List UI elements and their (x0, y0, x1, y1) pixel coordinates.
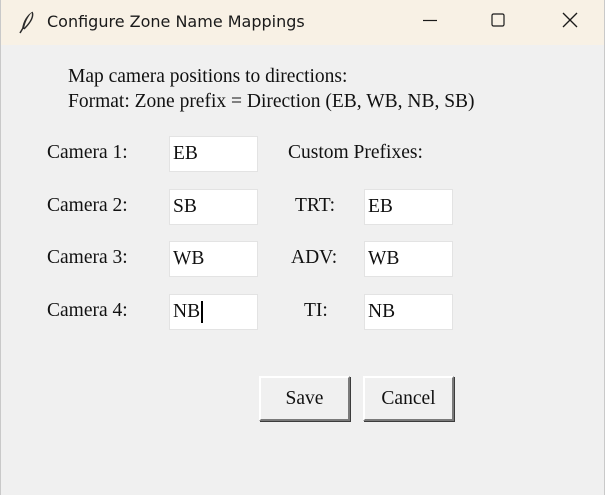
camera-2-field[interactable]: SB (169, 189, 258, 225)
trt-label: TRT: (295, 195, 336, 216)
instruction-line-1: Map camera positions to directions: (68, 66, 348, 87)
trt-value: EB (368, 196, 393, 217)
window-title: Configure Zone Name Mappings (47, 12, 305, 31)
adv-label: ADV: (291, 247, 338, 268)
text-cursor (201, 301, 204, 323)
save-button-label: Save (285, 387, 324, 409)
ti-label: TI: (304, 300, 328, 321)
custom-prefixes-heading: Custom Prefixes: (288, 142, 423, 163)
camera-3-label: Camera 3: (47, 247, 128, 268)
close-icon (561, 11, 579, 34)
title-bar[interactable]: Configure Zone Name Mappings (1, 0, 604, 45)
camera-3-field[interactable]: WB (169, 241, 258, 277)
adv-value: WB (368, 248, 400, 269)
maximize-icon (490, 12, 506, 33)
camera-3-value: WB (173, 248, 205, 269)
camera-1-field[interactable]: EB (169, 136, 258, 172)
trt-field[interactable]: EB (364, 189, 453, 225)
camera-1-label: Camera 1: (47, 142, 128, 163)
camera-1-value: EB (173, 143, 198, 164)
ti-value: NB (368, 301, 396, 322)
close-button[interactable] (536, 0, 604, 45)
cancel-button[interactable]: Cancel (363, 376, 454, 421)
camera-4-label: Camera 4: (47, 300, 128, 321)
feather-icon (17, 10, 39, 34)
camera-4-field[interactable]: NB (169, 294, 258, 330)
camera-2-value: SB (173, 196, 197, 217)
cancel-button-label: Cancel (381, 387, 436, 409)
dialog-window: Configure Zone Name Mappings Map camera … (0, 0, 605, 495)
minimize-icon (422, 12, 438, 33)
ti-field[interactable]: NB (364, 294, 453, 330)
minimize-button[interactable] (396, 0, 464, 45)
save-button[interactable]: Save (259, 376, 350, 421)
instruction-line-2: Format: Zone prefix = Direction (EB, WB,… (68, 91, 475, 112)
camera-4-value: NB (173, 301, 201, 322)
maximize-button[interactable] (464, 0, 532, 45)
camera-2-label: Camera 2: (47, 195, 128, 216)
adv-field[interactable]: WB (364, 241, 453, 277)
dialog-content: Map camera positions to directions: Form… (1, 45, 604, 495)
